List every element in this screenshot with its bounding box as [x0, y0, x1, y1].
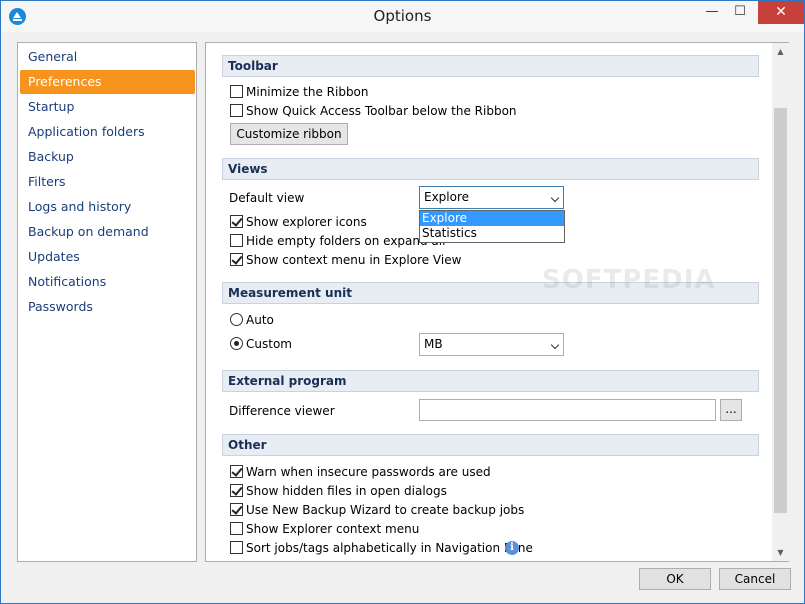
- checkbox-box[interactable]: [230, 484, 243, 497]
- cancel-button[interactable]: Cancel: [719, 568, 791, 590]
- custom-radio[interactable]: Custom: [230, 335, 292, 353]
- chevron-down-icon: [550, 340, 560, 350]
- show-explorer-icons-checkbox[interactable]: Show explorer icons: [230, 213, 367, 231]
- sidebar-item-general[interactable]: General: [20, 45, 195, 69]
- sidebar-item-application-folders[interactable]: Application folders: [20, 120, 195, 144]
- dropdown-option-statistics[interactable]: Statistics: [420, 226, 564, 241]
- section-header-other: Other: [222, 434, 759, 456]
- checkbox-label: Show context menu in Explore View: [246, 253, 462, 267]
- sidebar-item-backup-on-demand[interactable]: Backup on demand: [20, 220, 195, 244]
- show-context-menu-checkbox[interactable]: Show context menu in Explore View: [230, 251, 461, 269]
- checkbox-label: Minimize the Ribbon: [246, 85, 369, 99]
- radio-button[interactable]: [230, 337, 243, 350]
- default-view-select[interactable]: Explore: [419, 186, 564, 209]
- scroll-thumb[interactable]: [774, 108, 787, 513]
- sidebar-item-backup[interactable]: Backup: [20, 145, 195, 169]
- checkbox-label: Show explorer icons: [246, 215, 367, 229]
- sort-jobs-alphabetically-checkbox[interactable]: Sort jobs/tags alphabetically in Navigat…: [230, 539, 533, 557]
- show-explorer-context-menu-checkbox[interactable]: Show Explorer context menu: [230, 520, 419, 538]
- title-bar[interactable]: Options — ☐ ✕: [1, 1, 804, 32]
- checkbox-box[interactable]: [230, 104, 243, 117]
- watermark: SOFTPEDIA: [542, 265, 716, 295]
- close-icon[interactable]: ✕: [758, 1, 804, 24]
- sidebar-item-updates[interactable]: Updates: [20, 245, 195, 269]
- checkbox-box[interactable]: [230, 522, 243, 535]
- checkbox-box[interactable]: [230, 541, 243, 554]
- customize-ribbon-button[interactable]: Customize ribbon: [230, 123, 348, 145]
- options-window: Options — ☐ ✕ General Preferences Startu…: [0, 0, 805, 604]
- ok-button[interactable]: OK: [639, 568, 711, 590]
- warn-insecure-passwords-checkbox[interactable]: Warn when insecure passwords are used: [230, 463, 491, 481]
- checkbox-label: Show Explorer context menu: [246, 522, 420, 536]
- sidebar-item-logs-and-history[interactable]: Logs and history: [20, 195, 195, 219]
- sidebar-item-preferences[interactable]: Preferences: [20, 70, 195, 94]
- window-title: Options: [373, 7, 432, 25]
- checkbox-box[interactable]: [230, 253, 243, 266]
- scroll-up-icon[interactable]: ▲: [772, 43, 789, 60]
- unit-value: MB: [424, 337, 443, 351]
- dropdown-option-explore[interactable]: Explore: [420, 211, 564, 226]
- show-qat-below-checkbox[interactable]: Show Quick Access Toolbar below the Ribb…: [230, 102, 517, 120]
- default-view-dropdown-list: Explore Statistics: [419, 210, 565, 243]
- difference-viewer-label: Difference viewer: [229, 404, 335, 418]
- checkbox-label: Show hidden files in open dialogs: [246, 484, 447, 498]
- checkbox-box[interactable]: [230, 234, 243, 247]
- preferences-panel: Toolbar Minimize the Ribbon Show Quick A…: [205, 42, 789, 562]
- sidebar-item-filters[interactable]: Filters: [20, 170, 195, 194]
- checkbox-label: Hide empty folders on expand all: [246, 234, 446, 248]
- checkbox-box[interactable]: [230, 85, 243, 98]
- hide-empty-folders-checkbox[interactable]: Hide empty folders on expand all: [230, 232, 445, 250]
- minimize-ribbon-checkbox[interactable]: Minimize the Ribbon: [230, 83, 369, 101]
- radio-label: Auto: [246, 313, 274, 327]
- radio-label: Custom: [246, 337, 292, 351]
- sidebar-item-notifications[interactable]: Notifications: [20, 270, 195, 294]
- checkbox-box[interactable]: [230, 215, 243, 228]
- section-header-views: Views: [222, 158, 759, 180]
- checkbox-label: Sort jobs/tags alphabetically in Navigat…: [246, 541, 533, 555]
- browse-button[interactable]: ...: [720, 399, 742, 421]
- difference-viewer-input[interactable]: [419, 399, 716, 421]
- vertical-scrollbar[interactable]: ▲ ▼: [772, 43, 789, 561]
- minimize-icon[interactable]: —: [698, 1, 726, 24]
- radio-button[interactable]: [230, 313, 243, 326]
- maximize-icon[interactable]: ☐: [726, 1, 754, 24]
- checkbox-label: Show Quick Access Toolbar below the Ribb…: [246, 104, 517, 118]
- chevron-down-icon: [550, 193, 560, 203]
- sidebar-nav: General Preferences Startup Application …: [17, 42, 197, 562]
- auto-radio[interactable]: Auto: [230, 311, 274, 329]
- checkbox-label: Warn when insecure passwords are used: [246, 465, 491, 479]
- use-new-backup-wizard-checkbox[interactable]: Use New Backup Wizard to create backup j…: [230, 501, 524, 519]
- checkbox-box[interactable]: [230, 465, 243, 478]
- sidebar-item-passwords[interactable]: Passwords: [20, 295, 195, 319]
- sidebar-item-startup[interactable]: Startup: [20, 95, 195, 119]
- unit-select[interactable]: MB: [419, 333, 564, 356]
- default-view-label: Default view: [229, 191, 305, 205]
- show-hidden-files-checkbox[interactable]: Show hidden files in open dialogs: [230, 482, 447, 500]
- info-icon[interactable]: i: [505, 541, 519, 555]
- default-view-value: Explore: [424, 190, 470, 204]
- scroll-down-icon[interactable]: ▼: [772, 544, 789, 561]
- checkbox-label: Use New Backup Wizard to create backup j…: [246, 503, 525, 517]
- section-header-toolbar: Toolbar: [222, 55, 759, 77]
- checkbox-box[interactable]: [230, 503, 243, 516]
- section-header-external-program: External program: [222, 370, 759, 392]
